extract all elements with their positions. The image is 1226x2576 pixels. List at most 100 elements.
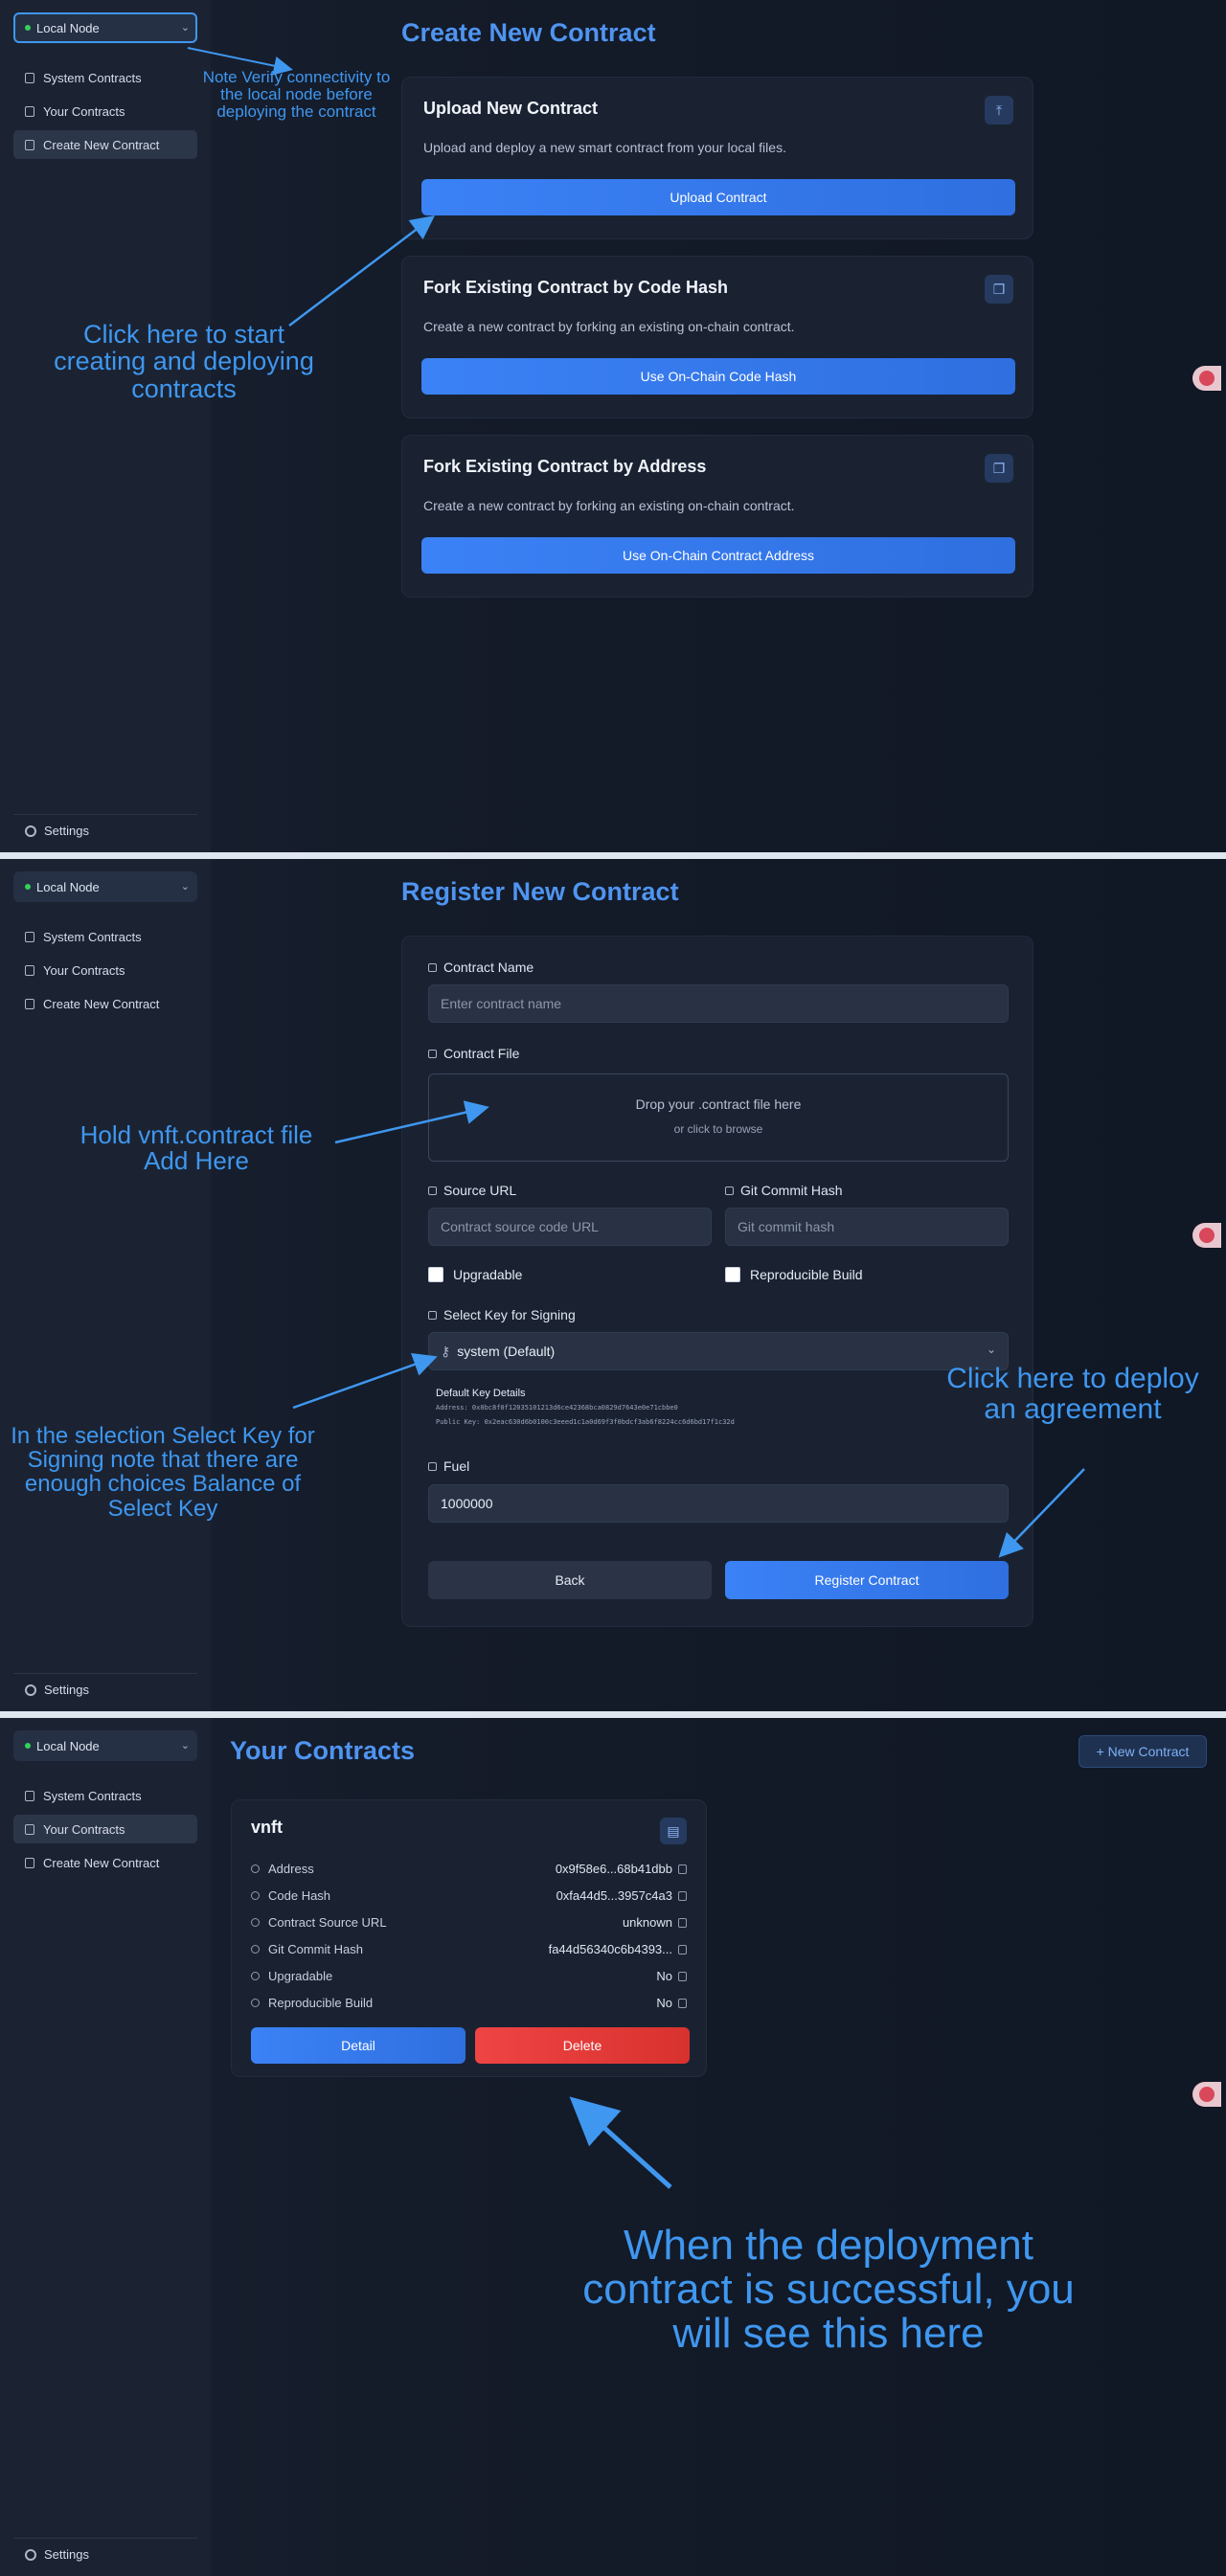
sidebar-item-label: Your Contracts bbox=[43, 1821, 125, 1837]
source-url-label: Source URL bbox=[428, 1183, 516, 1198]
row-value: 0xfa44d5...3957c4a3 bbox=[556, 1888, 687, 1903]
row-label-text: Address bbox=[268, 1862, 314, 1876]
page-title: Register New Contract bbox=[401, 877, 679, 906]
node-selector-label: Local Node bbox=[36, 879, 100, 894]
checkbox-box[interactable] bbox=[725, 1267, 740, 1282]
row-label-text: Contract Source URL bbox=[268, 1915, 387, 1930]
file-icon bbox=[25, 964, 34, 976]
link-icon bbox=[251, 1918, 260, 1927]
sidebar-item-create-new-contract[interactable]: Create New Contract bbox=[13, 1848, 197, 1877]
source-url-input[interactable]: Contract source code URL bbox=[428, 1208, 712, 1246]
fuel-input[interactable]: 1000000 bbox=[428, 1484, 1009, 1523]
checkbox-box[interactable] bbox=[428, 1267, 443, 1282]
database-icon bbox=[25, 1790, 34, 1801]
row-value: No bbox=[656, 1969, 687, 1983]
upload-icon[interactable]: ⤒ bbox=[985, 96, 1013, 124]
fuel-label: Fuel bbox=[428, 1458, 469, 1474]
reproducible-build-checkbox[interactable]: Reproducible Build bbox=[725, 1267, 863, 1282]
register-contract-screen: Local Node ⌄ System Contracts Your Contr… bbox=[0, 859, 1226, 1711]
signing-key-select[interactable]: ⚷ system (Default) ⌄ bbox=[428, 1332, 1009, 1370]
tag-icon bbox=[428, 962, 437, 972]
use-code-hash-button[interactable]: Use On-Chain Code Hash bbox=[421, 358, 1015, 395]
row-value-text: No bbox=[656, 1969, 672, 1983]
sidebar-item-your-contracts[interactable]: Your Contracts bbox=[13, 1815, 197, 1843]
settings-link[interactable]: Settings bbox=[25, 1683, 89, 1697]
checkbox-label: Upgradable bbox=[453, 1267, 523, 1282]
git-commit-icon bbox=[725, 1186, 734, 1195]
copy-icon[interactable] bbox=[678, 1917, 687, 1928]
sidebar-item-system-contracts[interactable]: System Contracts bbox=[13, 1781, 197, 1810]
annotation-click-here: Click here to start creating and deployi… bbox=[54, 320, 314, 403]
register-contract-button[interactable]: Register Contract bbox=[725, 1561, 1009, 1599]
node-selector[interactable]: Local Node ⌄ bbox=[13, 871, 197, 902]
chevron-down-icon: ⌄ bbox=[180, 1740, 190, 1751]
floating-toggle-icon[interactable] bbox=[1192, 1223, 1221, 1248]
delete-button[interactable]: Delete bbox=[475, 2027, 690, 2064]
upload-contract-button[interactable]: Upload Contract bbox=[421, 179, 1015, 215]
copy-icon[interactable] bbox=[678, 1998, 687, 2008]
label-text: Contract Name bbox=[443, 960, 534, 975]
card-description: Upload and deploy a new smart contract f… bbox=[423, 140, 786, 155]
row-value: unknown bbox=[623, 1915, 687, 1930]
contract-detail-row: Upgradable No bbox=[251, 1969, 687, 1988]
row-value: No bbox=[656, 1996, 687, 2010]
hash-icon bbox=[251, 1891, 260, 1900]
chevron-down-icon: ⌄ bbox=[180, 881, 190, 893]
sidebar-item-label: System Contracts bbox=[43, 1788, 142, 1803]
sidebar-item-system-contracts[interactable]: System Contracts bbox=[13, 922, 197, 951]
file-icon bbox=[25, 1823, 34, 1835]
new-contract-button[interactable]: + New Contract bbox=[1078, 1735, 1207, 1768]
sidebar-item-label: Your Contracts bbox=[43, 103, 125, 119]
database-icon bbox=[25, 72, 34, 83]
detail-button[interactable]: Detail bbox=[251, 2027, 465, 2064]
label-text: Select Key for Signing bbox=[443, 1307, 576, 1322]
use-contract-address-button[interactable]: Use On-Chain Contract Address bbox=[421, 537, 1015, 574]
row-label: Git Commit Hash bbox=[251, 1942, 363, 1956]
sidebar-item-create-new-contract[interactable]: Create New Contract bbox=[13, 989, 197, 1018]
row-label-text: Reproducible Build bbox=[268, 1996, 374, 2010]
node-selector-label: Local Node bbox=[36, 1738, 100, 1753]
copy-icon[interactable]: ❐ bbox=[985, 275, 1013, 304]
fork-by-address-card: Fork Existing Contract by Address ❐ Crea… bbox=[401, 435, 1033, 598]
checkbox-label: Reproducible Build bbox=[750, 1267, 863, 1282]
file-icon[interactable]: ▤ bbox=[660, 1818, 687, 1844]
copy-icon[interactable] bbox=[678, 1971, 687, 1981]
back-button[interactable]: Back bbox=[428, 1561, 712, 1599]
node-selector[interactable]: Local Node ⌄ bbox=[13, 12, 197, 43]
settings-link[interactable]: Settings bbox=[25, 2547, 89, 2562]
sidebar-item-create-new-contract[interactable]: Create New Contract bbox=[13, 130, 197, 159]
sidebar-item-system-contracts[interactable]: System Contracts bbox=[13, 63, 197, 92]
upgradable-checkbox[interactable]: Upgradable bbox=[428, 1267, 522, 1282]
node-selector[interactable]: Local Node ⌄ bbox=[13, 1730, 197, 1761]
copy-icon[interactable] bbox=[678, 1890, 687, 1901]
card-title: Fork Existing Contract by Address bbox=[423, 457, 707, 476]
contract-file-dropzone[interactable]: Drop your .contract file here or click t… bbox=[428, 1073, 1009, 1162]
file-plus-icon bbox=[25, 998, 34, 1009]
copy-icon[interactable] bbox=[678, 1944, 687, 1955]
sidebar-item-your-contracts[interactable]: Your Contracts bbox=[13, 97, 197, 125]
git-commit-input[interactable]: Git commit hash bbox=[725, 1208, 1009, 1246]
gear-icon bbox=[25, 825, 36, 837]
build-icon bbox=[251, 1999, 260, 2007]
page-title: Your Contracts bbox=[230, 1736, 416, 1765]
link-icon bbox=[428, 1186, 437, 1195]
git-commit-label: Git Commit Hash bbox=[725, 1183, 843, 1198]
contract-name-input[interactable]: Enter contract name bbox=[428, 984, 1009, 1023]
copy-icon[interactable] bbox=[678, 1864, 687, 1874]
sidebar-divider bbox=[13, 814, 197, 815]
sidebar-item-your-contracts[interactable]: Your Contracts bbox=[13, 956, 197, 984]
copy-icon[interactable]: ❐ bbox=[985, 454, 1013, 483]
settings-link[interactable]: Settings bbox=[25, 824, 89, 838]
sidebar-nav: System Contracts Your Contracts Create N… bbox=[13, 1781, 197, 1882]
database-icon bbox=[25, 931, 34, 942]
card-title: Upload New Contract bbox=[423, 99, 599, 118]
floating-toggle-icon[interactable] bbox=[1192, 366, 1221, 391]
dropzone-text: Drop your .contract file here bbox=[635, 1096, 802, 1112]
floating-toggle-icon[interactable] bbox=[1192, 2082, 1221, 2107]
sidebar-item-label: Create New Contract bbox=[43, 996, 160, 1011]
row-label-text: Code Hash bbox=[268, 1888, 331, 1903]
sidebar-nav: System Contracts Your Contracts Create N… bbox=[13, 922, 197, 1023]
page-title: Create New Contract bbox=[401, 18, 656, 47]
file-icon bbox=[25, 105, 34, 117]
card-title: Fork Existing Contract by Code Hash bbox=[423, 278, 729, 297]
